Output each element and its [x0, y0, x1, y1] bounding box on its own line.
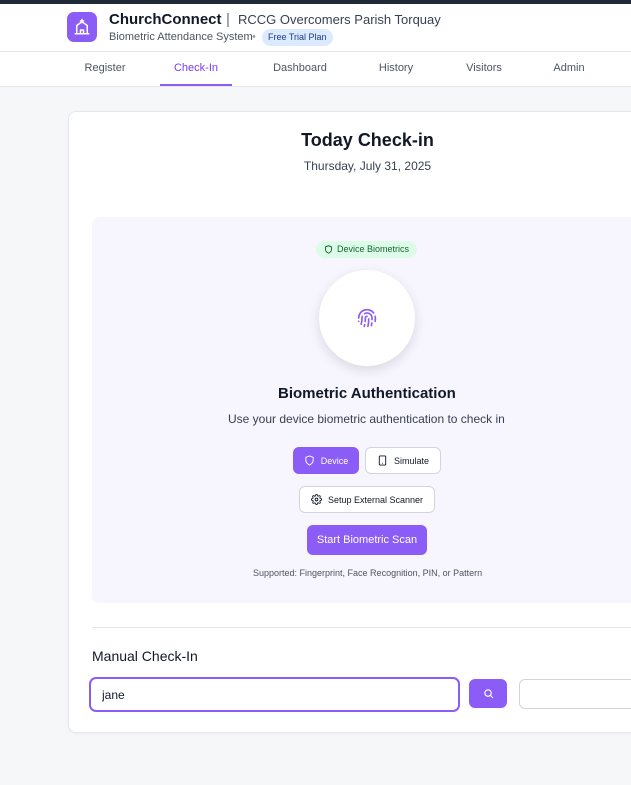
- parish-name: RCCG Overcomers Parish Torquay: [238, 12, 441, 27]
- app-header: ChurchConnect | RCCG Overcomers Parish T…: [0, 4, 631, 52]
- supported-methods-text: Supported: Fingerprint, Face Recognition…: [253, 568, 483, 578]
- fingerprint-icon: [357, 308, 377, 328]
- section-divider: [92, 627, 631, 628]
- device-biometrics-badge: Device Biometrics: [316, 241, 418, 258]
- tab-visitors[interactable]: Visitors: [455, 52, 513, 86]
- badge-label: Device Biometrics: [337, 244, 410, 254]
- manual-search-input[interactable]: [89, 677, 460, 712]
- setup-scanner-button[interactable]: Setup External Scanner: [299, 486, 435, 513]
- tab-check-in[interactable]: Check-In: [160, 52, 232, 86]
- secondary-field[interactable]: [519, 679, 631, 709]
- tab-history[interactable]: History: [366, 52, 426, 86]
- biometric-description: Use your device biometric authentication…: [228, 412, 505, 426]
- gear-icon: [310, 494, 322, 505]
- main-nav: Register Check-In Dashboard History Visi…: [0, 52, 631, 87]
- device-button[interactable]: Device: [293, 447, 359, 474]
- simulate-button-label: Simulate: [393, 455, 429, 466]
- start-biometric-scan-button[interactable]: Start Biometric Scan: [307, 525, 427, 555]
- setup-button-label: Setup External Scanner: [327, 494, 424, 505]
- simulate-button[interactable]: Simulate: [365, 447, 441, 474]
- tab-dashboard[interactable]: Dashboard: [264, 52, 336, 86]
- manual-checkin-title: Manual Check-In: [92, 648, 198, 664]
- biometric-title: Biometric Authentication: [278, 385, 456, 402]
- title-separator: |: [226, 11, 230, 28]
- tab-admin[interactable]: Admin: [545, 52, 593, 86]
- subtitle-dot: •: [252, 31, 256, 43]
- fingerprint-scan-area[interactable]: [319, 270, 415, 366]
- device-button-label: Device: [320, 455, 349, 466]
- shield-icon: [304, 455, 315, 466]
- page-title: Today Check-in: [301, 130, 434, 150]
- app-subtitle: Biometric Attendance System: [109, 31, 253, 43]
- search-button[interactable]: [469, 679, 507, 708]
- app-name: ChurchConnect: [109, 11, 222, 28]
- checkin-date: Thursday, July 31, 2025: [303, 159, 432, 173]
- tab-register[interactable]: Register: [71, 52, 139, 86]
- smartphone-icon: [377, 455, 388, 466]
- plan-badge: Free Trial Plan: [262, 29, 333, 46]
- church-icon[interactable]: [67, 12, 97, 42]
- shield-icon: [324, 245, 333, 254]
- search-icon: [483, 688, 494, 699]
